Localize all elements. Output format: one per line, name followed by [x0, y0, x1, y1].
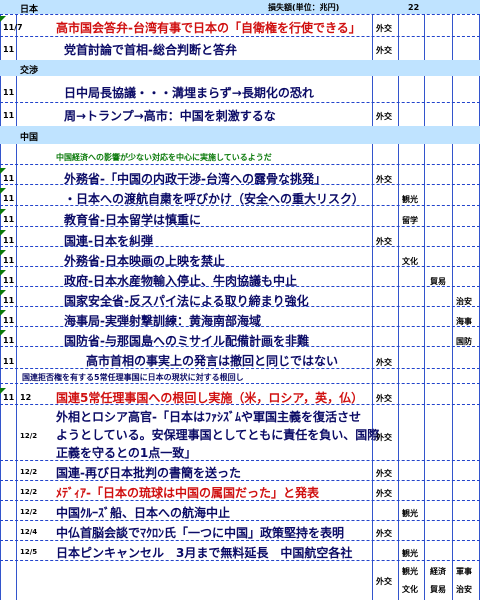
row-separator [0, 383, 480, 384]
footer-economy: 経済 [430, 567, 446, 576]
row-separator [0, 346, 480, 347]
row-date: 11 [3, 393, 15, 402]
footer-diplomacy: 外交 [376, 577, 392, 586]
row-date: 11 [3, 256, 15, 265]
row-category: 外交 [376, 433, 392, 442]
row-text: 中仏首脳会談でﾏｸﾛﾝ氏「一つに中国」政策堅持を表明 [56, 526, 345, 540]
row-category: 外交 [376, 469, 392, 478]
row-date2: 12/4 [20, 528, 38, 536]
footer-trade: 貿易 [430, 585, 446, 594]
row-separator [0, 246, 480, 247]
row-date: 11 [3, 357, 15, 366]
row-separator [0, 306, 480, 307]
section-negotiation: 交渉 [20, 66, 39, 76]
flag-marker [0, 16, 6, 22]
note-blue: 国連拒否権を有する5常任理事国に日本の現状に対する根回し [22, 373, 244, 382]
footer-military: 軍事 [456, 567, 472, 576]
row-separator [0, 226, 480, 227]
row-separator [0, 520, 480, 521]
row-date: 11 [3, 45, 15, 54]
row-category: 外交 [376, 46, 392, 55]
grid-line [0, 0, 1, 600]
row-category: 外交 [376, 489, 392, 498]
row-date2: 12/2 [20, 432, 38, 440]
row-text: 中国ｸﾙｰｽﾞ船、日本への航海中止 [56, 506, 231, 520]
row-text: 党首討論で首相-総合判断と答弁 [64, 43, 237, 57]
row-date2: 12/5 [20, 548, 38, 556]
row-separator [0, 540, 480, 541]
row-separator [0, 326, 480, 327]
row-text: ﾒﾃﾞｨｱ-「日本の琉球は中国の属国だった」と発表 [56, 486, 319, 500]
row-separator [0, 480, 480, 481]
row-category: 外交 [376, 394, 392, 403]
row-separator [0, 404, 480, 405]
row-category: 外交 [376, 529, 392, 538]
grid-line [372, 0, 373, 600]
row-text: 高市国会答弁-台湾有事で日本の「自衛権を行使できる」 [56, 21, 361, 35]
unit-label: 損失額(単位：兆円) [268, 3, 340, 12]
row-category: 外交 [376, 112, 392, 121]
row-category: 外交 [376, 358, 392, 367]
row-separator [0, 14, 480, 15]
grid-line [398, 0, 399, 600]
row-date2: 12/2 [20, 468, 38, 476]
row-separator [0, 500, 480, 501]
row-text: 日本ピンキャンセル 3月まで無料延長 中国航空各社 [56, 546, 353, 560]
row-text: 日中局長協議・・・溝埋まらず→長期化の恐れ [64, 86, 314, 100]
row-separator [0, 368, 480, 369]
grid-line [452, 0, 453, 600]
row-date: 11 [3, 296, 15, 305]
row-separator [0, 164, 480, 165]
row-date: 11 [3, 111, 15, 120]
grid-line [16, 0, 17, 600]
row-tag: 留学 [402, 216, 418, 225]
row-separator [0, 460, 480, 461]
section-china: 中国 [20, 133, 39, 143]
section-bar [0, 60, 480, 76]
footer-security: 治安 [456, 585, 472, 594]
row-date2: 12 [20, 393, 32, 402]
footer-culture: 文化 [402, 585, 418, 594]
row-text-line: 正義を守るとの1点一致」 [56, 446, 197, 460]
row-separator [0, 36, 480, 37]
header-number: 22 [408, 3, 420, 12]
row-date: 11 [3, 276, 15, 285]
row-separator [0, 560, 480, 561]
row-separator [0, 286, 480, 287]
row-separator [0, 205, 480, 206]
row-separator [0, 266, 480, 267]
row-text: 国連-再び日本批判の書簡を送った [56, 466, 241, 480]
row-date: 11 [3, 174, 15, 183]
row-text: 周→トランプ→高市：中国を刺激するな [64, 109, 276, 123]
row-date2: 12/2 [20, 488, 38, 496]
footer-tourism: 観光 [402, 567, 418, 576]
row-separator [0, 184, 480, 185]
row-date: 11 [3, 236, 15, 245]
row-date: 11 [3, 316, 15, 325]
row-date: 11 [3, 88, 15, 97]
row-text: 高市首相の事実上の発言は撤回と同じではない [86, 354, 339, 368]
row-text-line: 外相とロシア高官-「日本はﾌｧｼｽﾞﾑや軍国主義を復活させ [56, 410, 361, 424]
row-separator [0, 102, 480, 103]
spreadsheet: 日本 損失額(単位：兆円) 22 11/7 高市国会答弁-台湾有事で日本の「自衛… [0, 0, 480, 600]
row-text-line: ようとしている。安保理事国としてともに責任を負い、国際 [56, 428, 380, 442]
grid-line [424, 0, 425, 600]
row-date: 11 [3, 215, 15, 224]
row-tag: 観光 [402, 509, 418, 518]
row-tag: 観光 [402, 195, 418, 204]
row-date: 11/7 [3, 23, 23, 32]
row-date: 11 [3, 336, 15, 345]
row-date: 11 [3, 194, 15, 203]
note-green: 中国経済への影響が少ない対応を中心に実施しているようだ [56, 153, 272, 162]
row-category: 外交 [376, 24, 392, 33]
section-bar [0, 126, 480, 144]
row-date2: 12/2 [20, 508, 38, 516]
row-tag: 観光 [402, 549, 418, 558]
